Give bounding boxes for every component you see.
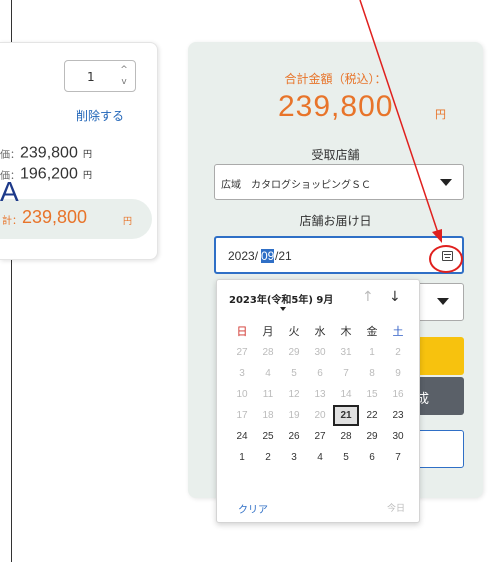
- subtotal-yen: 円: [123, 217, 133, 227]
- date-year: 2023/: [228, 249, 259, 263]
- calendar-day[interactable]: 24: [229, 426, 255, 447]
- calendar-day[interactable]: 23: [385, 405, 411, 426]
- outline-action-button[interactable]: [414, 430, 464, 468]
- subtotal-value: 239,800: [22, 207, 88, 227]
- calendar-day: 19: [288, 410, 300, 421]
- calendar-day[interactable]: 28: [333, 426, 359, 447]
- calendar-day[interactable]: 25: [255, 426, 281, 447]
- calendar-day[interactable]: 7: [385, 447, 411, 468]
- calendar-day: 8: [369, 368, 375, 379]
- calendar-day: 13: [314, 389, 326, 400]
- delivery-date-label: 店舗お届け日: [299, 214, 372, 228]
- stepper-arrows-icon[interactable]: ^ v: [119, 64, 129, 88]
- calendar-day[interactable]: 3: [281, 447, 307, 468]
- date-picker-popup: 2023年(令和5年) 9月 ↑ ↓ 日 月 火 水 木 金 土 27 28 2…: [216, 279, 420, 523]
- calendar-day: 20: [314, 410, 326, 421]
- calendar-day[interactable]: 4: [307, 447, 333, 468]
- calendar-day: 2: [395, 347, 401, 358]
- calendar-day: 15: [366, 389, 378, 400]
- calendar-day: 6: [317, 368, 323, 379]
- primary-action-button[interactable]: [414, 337, 464, 375]
- calendar-day: 14: [340, 389, 352, 400]
- chevron-down-icon: [280, 307, 286, 311]
- date-month-selected: 09: [261, 249, 275, 263]
- total-amount: 239,800: [278, 90, 394, 123]
- pickup-store-select[interactable]: 広域 カタログショッピングＳＣ: [214, 164, 464, 200]
- cart-item-card: 1 ^ v 削除する 価：239,800 円 価：196,200 円 計： 239…: [0, 42, 158, 260]
- weekday-thu: 木: [340, 325, 352, 338]
- calendar-day: 5: [291, 368, 297, 379]
- weekday-fri: 金: [366, 325, 378, 338]
- total-yen: 円: [435, 108, 446, 121]
- calendar-day[interactable]: 5: [333, 447, 359, 468]
- weekday-sun: 日: [236, 325, 248, 338]
- delete-link[interactable]: 削除する: [76, 107, 124, 124]
- calendar-day: 4: [265, 368, 271, 379]
- calendar-day[interactable]: 27: [307, 426, 333, 447]
- calendar-today-button[interactable]: 今日: [387, 501, 405, 514]
- calendar-clear-button[interactable]: クリア: [238, 501, 268, 516]
- yen-unit: 円: [82, 171, 92, 181]
- calendar-day: 10: [236, 389, 248, 400]
- calendar-day: 30: [314, 347, 326, 358]
- calendar-day: 7: [343, 368, 349, 379]
- stray-letter: A: [0, 176, 19, 207]
- weekday-wed: 水: [314, 325, 326, 338]
- calendar-day[interactable]: 6: [359, 447, 385, 468]
- secondary-action-button[interactable]: 成: [414, 377, 464, 415]
- price-value: 239,800: [20, 144, 78, 162]
- chevron-down-icon: [437, 298, 449, 305]
- calendar-day[interactable]: 26: [281, 426, 307, 447]
- calendar-month-title[interactable]: 2023年(令和5年) 9月: [229, 291, 333, 306]
- annotation-circle: [429, 245, 463, 273]
- delivery-date-input[interactable]: 2023/ 09 /21: [214, 236, 464, 274]
- total-label: 合計金額（税込）：: [284, 72, 387, 86]
- previous-month-icon[interactable]: ↑: [362, 289, 374, 305]
- chevron-down-icon: [440, 179, 452, 186]
- yen-unit: 円: [82, 150, 92, 160]
- subtotal-label: 計：: [2, 216, 22, 227]
- calendar-day: 17: [236, 410, 248, 421]
- calendar-day[interactable]: 30: [385, 426, 411, 447]
- delivery-time-select[interactable]: [414, 283, 464, 321]
- calendar-day: 27: [236, 347, 248, 358]
- calendar-day: 29: [288, 347, 300, 358]
- calendar-day[interactable]: 1: [229, 447, 255, 468]
- calendar-grid: 日 月 火 水 木 金 土 27 28 29 30 31 1 2 3 4 5 6…: [229, 321, 411, 468]
- weekday-tue: 火: [288, 325, 300, 338]
- date-day: /21: [275, 249, 292, 263]
- next-month-icon[interactable]: ↓: [389, 289, 401, 305]
- calendar-day: 31: [340, 347, 352, 358]
- calendar-day: 1: [369, 347, 375, 358]
- calendar-day: 12: [288, 389, 300, 400]
- calendar-day[interactable]: 29: [359, 426, 385, 447]
- pickup-store-value: 広域 カタログショッピングＳＣ: [221, 180, 371, 191]
- calendar-day: 11: [262, 389, 274, 400]
- pickup-store-label: 受取店舗: [311, 148, 360, 162]
- calendar-day[interactable]: 22: [359, 405, 385, 426]
- calendar-day-selected[interactable]: 21: [333, 405, 359, 426]
- price-label: 価：: [0, 150, 20, 161]
- calendar-day: 9: [395, 368, 401, 379]
- weekday-sat: 土: [392, 325, 404, 338]
- calendar-day[interactable]: 2: [255, 447, 281, 468]
- calendar-day: 18: [262, 410, 274, 421]
- subtotal-pill: 計： 239,800 円: [0, 199, 152, 239]
- quantity-stepper[interactable]: 1 ^ v: [64, 60, 136, 92]
- price-value: 196,200: [20, 165, 78, 183]
- unit-price-row: 価：239,800 円: [0, 143, 92, 165]
- quantity-value: 1: [87, 70, 95, 84]
- calendar-day: 28: [262, 347, 274, 358]
- calendar-day: 16: [392, 389, 404, 400]
- calendar-day: 3: [239, 368, 245, 379]
- weekday-mon: 月: [262, 325, 274, 338]
